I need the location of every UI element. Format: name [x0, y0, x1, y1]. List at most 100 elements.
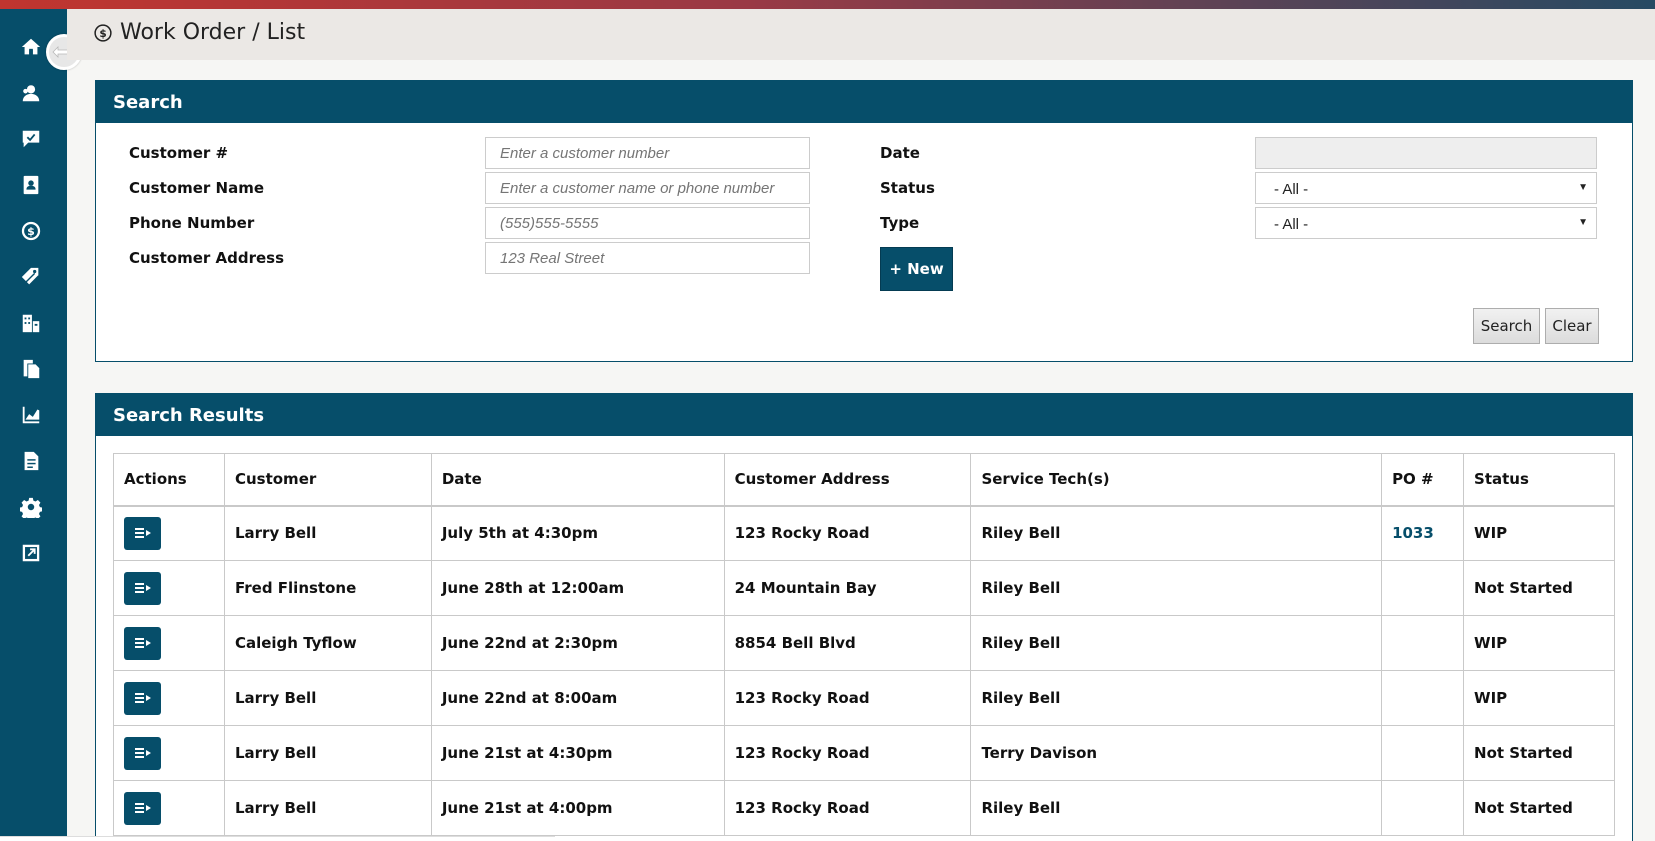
po-cell: [1381, 780, 1465, 836]
column-header[interactable]: PO #: [1381, 453, 1465, 507]
actions-cell: [113, 725, 225, 781]
actions-cell: [113, 670, 225, 726]
tags-icon[interactable]: [16, 262, 46, 292]
customer-address-input[interactable]: [485, 242, 810, 274]
page-title: Work Order / List: [120, 20, 306, 45]
clear-button[interactable]: Clear: [1545, 308, 1599, 344]
phone-number-input[interactable]: [485, 207, 810, 239]
row-action-button[interactable]: [124, 516, 161, 550]
sidebar: $: [0, 9, 67, 841]
date-label: Date: [880, 144, 920, 162]
date-cell: June 21st at 4:00pm: [430, 780, 725, 836]
table-row: Larry Bell June 22nd at 8:00am 123 Rocky…: [113, 670, 1615, 726]
column-header[interactable]: Status: [1463, 453, 1615, 507]
edit-list-icon: [134, 638, 151, 648]
tech-cell: Riley Bell: [970, 505, 1383, 561]
edit-list-icon: [134, 803, 151, 813]
documents-icon[interactable]: [16, 354, 46, 384]
edit-list-icon: [134, 583, 151, 593]
po-link[interactable]: 1033: [1381, 505, 1465, 561]
external-link-icon[interactable]: [16, 538, 46, 568]
status-select-value: - All -: [1274, 181, 1309, 198]
row-action-button[interactable]: [124, 626, 161, 660]
table-row: Fred Flinstone June 28th at 12:00am 24 M…: [113, 560, 1615, 616]
gear-icon[interactable]: [16, 492, 46, 522]
search-panel-title: Search: [96, 81, 1632, 123]
address-cell: 8854 Bell Blvd: [723, 615, 972, 671]
svg-text:$: $: [99, 28, 106, 40]
contacts-book-icon[interactable]: [16, 170, 46, 200]
svg-text:$: $: [27, 225, 35, 238]
phone-number-label: Phone Number: [129, 214, 255, 232]
tech-cell: Riley Bell: [970, 780, 1383, 836]
customer-number-input[interactable]: [485, 137, 810, 169]
customer-name-label: Customer Name: [129, 179, 264, 197]
customer-cell: Larry Bell: [223, 725, 432, 781]
edit-list-icon: [134, 528, 151, 539]
date-cell: June 28th at 12:00am: [430, 560, 725, 616]
row-action-button[interactable]: [124, 736, 161, 770]
search-results-panel: Search Results Actions Customer Date Cus…: [95, 393, 1633, 841]
po-cell: [1381, 725, 1465, 781]
address-cell: 24 Mountain Bay: [723, 560, 972, 616]
date-cell: June 21st at 4:30pm: [430, 725, 725, 781]
address-cell: 123 Rocky Road: [723, 780, 972, 836]
status-cell: WIP: [1463, 615, 1615, 671]
customer-name-input[interactable]: [485, 172, 810, 204]
address-cell: 123 Rocky Road: [723, 505, 972, 561]
horizontal-scrollbar[interactable]: [0, 836, 555, 841]
address-cell: 123 Rocky Road: [723, 670, 972, 726]
row-action-button[interactable]: [124, 791, 161, 825]
table-row: Caleigh Tyflow June 22nd at 2:30pm 8854 …: [113, 615, 1615, 671]
table-header-row: Actions Customer Date Customer Address S…: [113, 453, 1615, 507]
status-cell: WIP: [1463, 505, 1615, 561]
search-panel: Search Customer # Customer Name Phone Nu…: [95, 80, 1633, 362]
date-field[interactable]: [1255, 137, 1597, 169]
buildings-icon[interactable]: [16, 308, 46, 338]
home-icon[interactable]: [16, 32, 46, 62]
actions-cell: [113, 780, 225, 836]
type-select[interactable]: - All - ▼: [1255, 207, 1597, 239]
date-cell: July 5th at 4:30pm: [430, 505, 725, 561]
dollar-circle-icon: $: [94, 24, 112, 42]
column-header[interactable]: Customer Address: [723, 453, 972, 507]
edit-list-icon: [134, 748, 151, 758]
chat-check-icon[interactable]: [16, 124, 46, 154]
column-header[interactable]: Actions: [113, 453, 225, 507]
edit-list-icon: [134, 693, 151, 703]
column-header[interactable]: Customer: [223, 453, 432, 507]
caret-down-icon: ▼: [1578, 182, 1588, 193]
customer-cell: Fred Flinstone: [223, 560, 432, 616]
table-row: Larry Bell June 21st at 4:30pm 123 Rocky…: [113, 725, 1615, 781]
address-cell: 123 Rocky Road: [723, 725, 972, 781]
column-header[interactable]: Service Tech(s): [970, 453, 1383, 507]
column-header[interactable]: Date: [430, 453, 725, 507]
type-label: Type: [880, 214, 920, 232]
customer-address-label: Customer Address: [129, 249, 285, 267]
tech-cell: Riley Bell: [970, 670, 1383, 726]
row-action-button[interactable]: [124, 571, 161, 605]
new-work-order-button[interactable]: + New: [880, 247, 953, 291]
status-select[interactable]: - All - ▼: [1255, 172, 1597, 204]
po-cell: [1381, 670, 1465, 726]
chart-icon[interactable]: [16, 400, 46, 430]
customer-cell: Larry Bell: [223, 670, 432, 726]
tech-cell: Terry Davison: [970, 725, 1383, 781]
customer-cell: Caleigh Tyflow: [223, 615, 432, 671]
table-row: Larry Bell July 5th at 4:30pm 123 Rocky …: [113, 505, 1615, 561]
table-row: Larry Bell June 21st at 4:00pm 123 Rocky…: [113, 780, 1615, 836]
tech-cell: Riley Bell: [970, 560, 1383, 616]
status-label: Status: [880, 179, 935, 197]
dollar-circle-icon[interactable]: $: [16, 216, 46, 246]
status-cell: Not Started: [1463, 560, 1615, 616]
tech-cell: Riley Bell: [970, 615, 1383, 671]
search-button[interactable]: Search: [1473, 308, 1540, 344]
file-icon[interactable]: [16, 446, 46, 476]
type-select-value: - All -: [1274, 216, 1309, 233]
caret-down-icon: ▼: [1578, 217, 1588, 228]
customers-icon[interactable]: [16, 78, 46, 108]
top-accent-bar: [0, 0, 1655, 9]
po-cell: [1381, 560, 1465, 616]
row-action-button[interactable]: [124, 681, 161, 715]
search-results-title: Search Results: [96, 394, 1632, 436]
